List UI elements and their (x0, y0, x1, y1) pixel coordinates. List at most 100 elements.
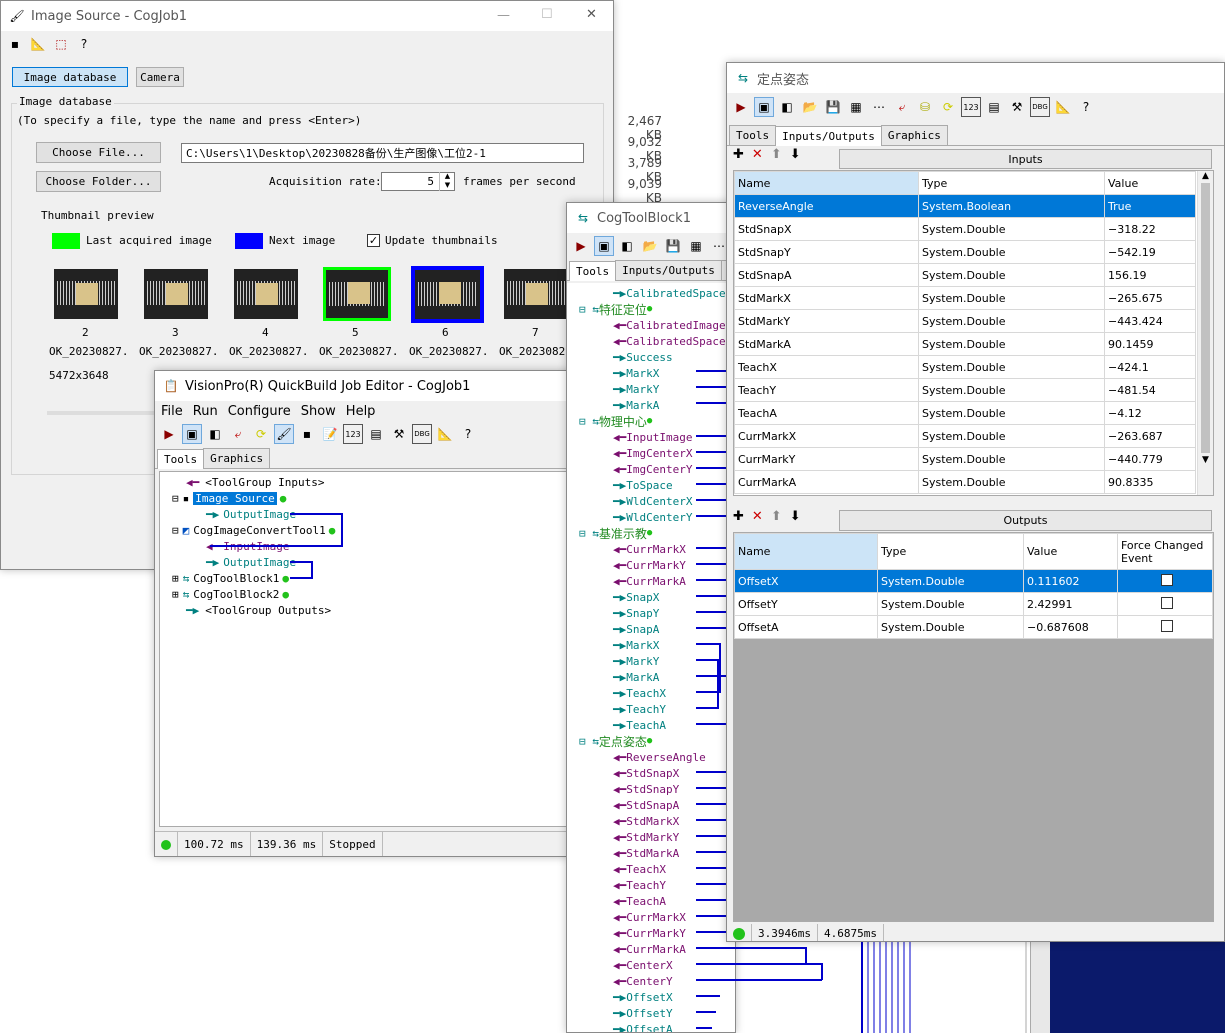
tree-item[interactable]: ◀━ CurrMarkX (613, 909, 686, 925)
tree-item[interactable]: ━▶ OffsetY (613, 1005, 673, 1021)
tree-item[interactable]: ━▶ OffsetA (613, 1021, 673, 1033)
add-icon[interactable]: ✚ (733, 509, 744, 524)
tab-graphics[interactable]: Graphics (203, 448, 271, 468)
input-name-cell[interactable]: StdMarkX (734, 286, 919, 310)
output-row[interactable]: OffsetA System.Double −0.687608 (734, 615, 1213, 639)
debug-icon[interactable]: DBG (1030, 97, 1050, 117)
help-icon[interactable]: ? (1076, 97, 1096, 117)
tab-graphics[interactable]: Graphics (880, 125, 948, 145)
input-row[interactable]: StdSnapA System.Double 156.19 (734, 263, 1196, 287)
debug-icon[interactable]: DBG (412, 424, 432, 444)
thumbnail-image[interactable] (504, 269, 568, 319)
input-type-cell[interactable]: System.Double (918, 240, 1105, 264)
tree-item[interactable]: ━▶ OffsetX (613, 989, 673, 1005)
column-header-type[interactable]: Type (877, 533, 1024, 570)
input-row[interactable]: StdMarkY System.Double −443.424 (734, 309, 1196, 333)
tree-item[interactable]: ◀━ CurrMarkX (613, 541, 686, 557)
output-type-cell[interactable]: System.Double (877, 592, 1024, 616)
input-type-cell[interactable]: System.Boolean (918, 194, 1105, 218)
tree-item[interactable]: ━▶ MarkY (613, 381, 659, 397)
open-icon[interactable]: 📂 (800, 97, 820, 117)
tools-icon[interactable]: ⚒ (389, 424, 409, 444)
help-icon[interactable]: ? (74, 34, 94, 54)
column-header-type[interactable]: Type (918, 171, 1105, 195)
thumbnail-image[interactable] (54, 269, 118, 319)
tree-item[interactable]: ━▶ MarkY (613, 653, 659, 669)
input-value-cell[interactable]: −542.19 (1104, 240, 1196, 264)
input-row[interactable]: TeachA System.Double −4.12 (734, 401, 1196, 425)
grid-icon[interactable]: ▦ (686, 236, 706, 256)
tree-item[interactable]: ◀━ InputImage (613, 429, 692, 445)
run-continuous-icon[interactable]: ▣ (182, 424, 202, 444)
input-name-cell[interactable]: TeachA (734, 401, 919, 425)
tree-item[interactable]: ◀━ StdSnapA (613, 797, 679, 813)
tree-group[interactable]: ⊟ ⇆ 特征定位 ● (579, 301, 652, 317)
close-button[interactable]: ✕ (586, 7, 597, 22)
input-type-cell[interactable]: System.Double (918, 217, 1105, 241)
tree-item[interactable]: ━▶ SnapX (613, 589, 659, 605)
tree-item[interactable]: ━▶ TeachA (613, 717, 666, 733)
tree-item[interactable]: ◀━ CurrMarkA (613, 941, 686, 957)
stop-icon[interactable]: ◧ (205, 424, 225, 444)
input-value-cell[interactable]: −265.675 (1104, 286, 1196, 310)
output-type-cell[interactable]: System.Double (877, 615, 1024, 639)
menu-file[interactable]: File (161, 404, 183, 419)
input-value-cell[interactable]: −318.22 (1104, 217, 1196, 241)
delete-icon[interactable]: ✕ (752, 509, 763, 524)
input-value-cell[interactable]: −424.1 (1104, 355, 1196, 379)
tree-item[interactable]: ◀━ CurrMarkY (613, 557, 686, 573)
output-type-cell[interactable]: System.Double (877, 569, 1024, 593)
refresh-icon[interactable]: ⟳ (251, 424, 271, 444)
region-icon[interactable]: ⬚ (51, 34, 71, 54)
run-continuous-icon[interactable]: ▣ (754, 97, 774, 117)
output-name-cell[interactable]: OffsetX (734, 569, 878, 593)
numbers-icon[interactable]: 123 (961, 97, 981, 117)
tree-item[interactable]: ◀━ StdMarkY (613, 829, 679, 845)
reset-icon[interactable]: ⤶ (228, 424, 248, 444)
tree-group[interactable]: ⊟ ⇆ 基准示教 ● (579, 525, 652, 541)
input-value-cell[interactable]: 90.8335 (1104, 470, 1196, 494)
choose-folder-button[interactable]: Choose Folder... (36, 171, 161, 192)
tab-tools[interactable]: Tools (569, 261, 617, 281)
force-changed-checkbox[interactable] (1160, 619, 1173, 632)
tree-item[interactable]: ◀━ StdSnapX (613, 765, 679, 781)
input-type-cell[interactable]: System.Double (918, 378, 1105, 402)
tree-item[interactable]: ━▶ MarkX (613, 365, 659, 381)
input-value-cell[interactable]: True (1104, 194, 1196, 218)
tree-item[interactable]: ◀━ StdMarkX (613, 813, 679, 829)
save-icon[interactable]: 💾 (663, 236, 683, 256)
thumbnail-image[interactable] (234, 269, 298, 319)
tree-group[interactable]: ⊟ ⇆ 物理中心 ● (579, 413, 652, 429)
input-row[interactable]: CurrMarkY System.Double −440.779 (734, 447, 1196, 471)
move-down-icon[interactable]: ⬇ (790, 509, 801, 524)
input-name-cell[interactable]: TeachY (734, 378, 919, 402)
input-type-cell[interactable]: System.Double (918, 309, 1105, 333)
run-icon[interactable]: ▶ (571, 236, 591, 256)
input-type-cell[interactable]: System.Double (918, 286, 1105, 310)
terminal-icon[interactable]: ▤ (984, 97, 1004, 117)
input-name-cell[interactable]: StdSnapX (734, 217, 919, 241)
tree-item[interactable]: ━▶ Success (613, 349, 673, 365)
maximize-button[interactable]: ☐ (541, 7, 553, 22)
thumbnail-image[interactable] (144, 269, 208, 319)
input-type-cell[interactable]: System.Double (918, 424, 1105, 448)
tree-item[interactable]: ◀━ ImgCenterY (613, 461, 692, 477)
tree-item[interactable]: ━▶ TeachX (613, 685, 666, 701)
tree-item[interactable]: ◀━ TeachA (613, 893, 666, 909)
tree-item[interactable]: ◀━ ReverseAngle (613, 749, 706, 765)
input-row[interactable]: StdSnapX System.Double −318.22 (734, 217, 1196, 241)
image-database-button[interactable]: Image database (12, 67, 128, 87)
input-type-cell[interactable]: System.Double (918, 401, 1105, 425)
input-name-cell[interactable]: TeachX (734, 355, 919, 379)
ruler-icon[interactable]: 📐 (28, 34, 48, 54)
input-type-cell[interactable]: System.Double (918, 447, 1105, 471)
tree-item[interactable]: ◀━ CurrMarkY (613, 925, 686, 941)
run-icon[interactable]: ▶ (731, 97, 751, 117)
choose-file-button[interactable]: Choose File... (36, 142, 161, 163)
camera-icon[interactable]: ▪ (297, 424, 317, 444)
tree-item[interactable]: ━▶ ToSpace (613, 477, 673, 493)
tree-item[interactable]: ━▶ MarkX (613, 637, 659, 653)
column-header-value[interactable]: Value (1023, 533, 1118, 570)
input-value-cell[interactable]: 90.1459 (1104, 332, 1196, 356)
column-header-name[interactable]: Name (734, 171, 919, 195)
